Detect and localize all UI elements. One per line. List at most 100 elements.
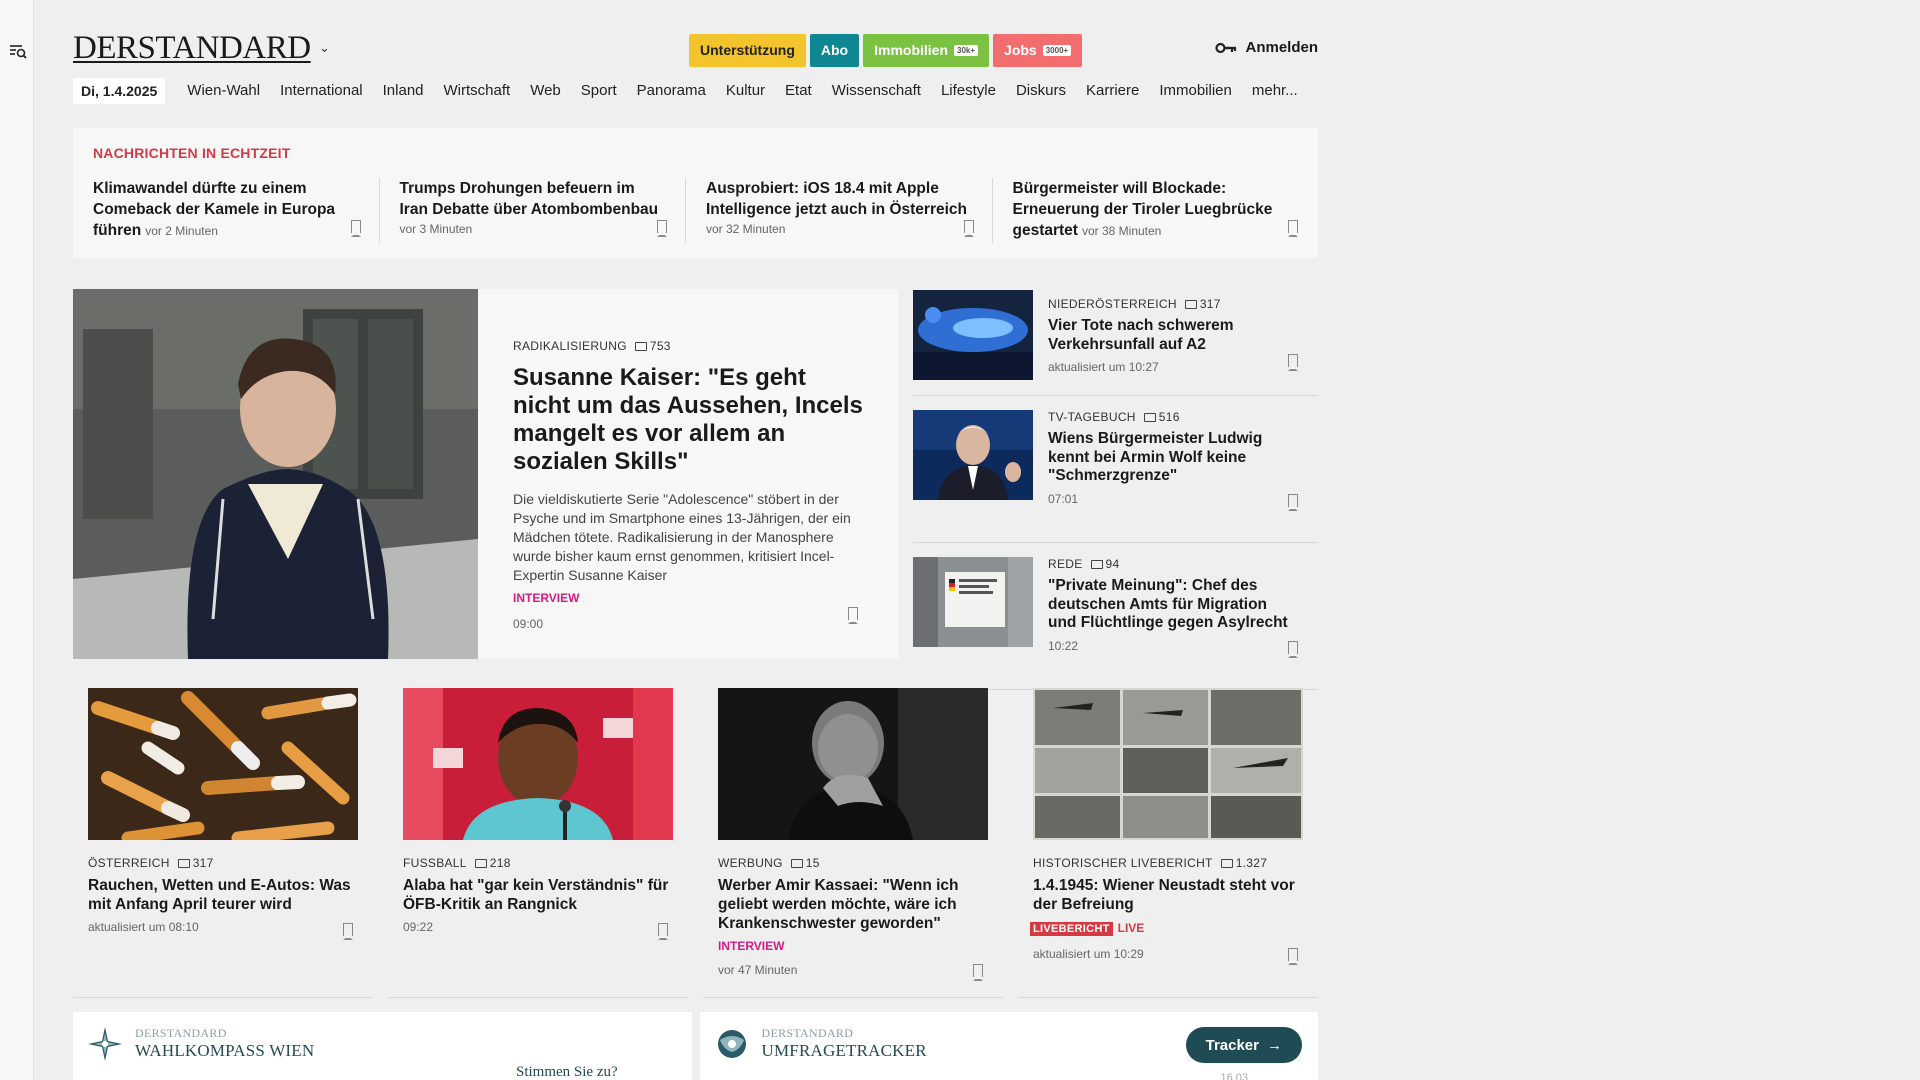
nav-item-sport[interactable]: Sport xyxy=(571,77,627,104)
nav-item-lifestyle[interactable]: Lifestyle xyxy=(931,77,1006,104)
main-story-image[interactable] xyxy=(73,289,478,659)
story-card-image[interactable] xyxy=(88,688,358,840)
bookmark-icon[interactable] xyxy=(1288,354,1298,371)
abo-label: Abo xyxy=(820,42,849,58)
tracker-button[interactable]: Tracker → xyxy=(1185,1027,1302,1063)
jobs-button[interactable]: Jobs 3000+ xyxy=(993,34,1083,67)
story-card-title[interactable]: 1.4.1945: Wiener Neustadt steht vor der … xyxy=(1033,876,1303,914)
ticker-item[interactable]: Klimawandel dürfte zu einem Comeback der… xyxy=(93,178,380,243)
login-button[interactable]: Anmelden xyxy=(1215,39,1318,56)
story-card-image[interactable] xyxy=(403,688,673,840)
comment-count[interactable]: 516 xyxy=(1143,410,1180,424)
bookmark-icon[interactable] xyxy=(350,220,361,237)
story-card-kicker: FUSSBALL xyxy=(403,856,467,870)
bookmark-icon[interactable] xyxy=(848,607,858,624)
story-card-kicker: WERBUNG xyxy=(718,856,783,870)
ticker-item[interactable]: Ausprobiert: iOS 18.4 mit Apple Intellig… xyxy=(706,178,993,243)
bookmark-icon[interactable] xyxy=(1288,220,1298,237)
side-story-time: 07:01 xyxy=(1048,491,1079,506)
immobilien-button[interactable]: Immobilien 30k+ xyxy=(863,34,990,67)
nav-item-wien-wahl[interactable]: Wien-Wahl xyxy=(177,77,270,104)
immobilien-count-badge: 30k+ xyxy=(954,45,979,56)
login-label: Anmelden xyxy=(1245,39,1318,56)
nav-item-kultur[interactable]: Kultur xyxy=(716,77,775,104)
bookmark-icon[interactable] xyxy=(973,964,983,981)
nav-item-web[interactable]: Web xyxy=(520,77,571,104)
comment-count[interactable]: 317 xyxy=(177,856,214,870)
widget-brand: DERSTANDARD xyxy=(135,1026,227,1040)
side-story[interactable]: NIEDERÖSTERREICH 317 Vier Tote nach schwe… xyxy=(913,290,1318,396)
story-card-title[interactable]: Alaba hat "gar kein Verständnis" für ÖFB… xyxy=(403,876,673,914)
side-story-image[interactable] xyxy=(913,557,1033,647)
comment-count[interactable]: 15 xyxy=(790,856,820,870)
nav-item-wissenschaft[interactable]: Wissenschaft xyxy=(822,77,931,104)
bookmark-icon[interactable] xyxy=(1288,494,1298,511)
nav-item-wirtschaft[interactable]: Wirtschaft xyxy=(434,77,521,104)
bookmark-icon[interactable] xyxy=(343,923,353,940)
support-button[interactable]: Unterstützung xyxy=(689,34,806,67)
main-story[interactable]: RADIKALISIERUNG 753 Susanne Kaiser: "Es g… xyxy=(73,289,898,659)
comment-count[interactable]: 1.327 xyxy=(1220,856,1268,870)
side-story-kicker: NIEDERÖSTERREICH xyxy=(1048,297,1177,311)
side-story-title[interactable]: Vier Tote nach schwerem Verkehrsunfall a… xyxy=(1048,317,1288,354)
story-card-image[interactable] xyxy=(718,688,988,840)
side-story-kicker: TV-TAGEBUCH xyxy=(1048,410,1136,424)
bookmark-icon[interactable] xyxy=(1288,948,1298,965)
wahlkompass-widget[interactable]: DERSTANDARD WAHLKOMPASS WIEN Stimmen Sie… xyxy=(73,1012,692,1080)
bookmark-icon[interactable] xyxy=(963,220,974,237)
nav-item-more[interactable]: mehr... xyxy=(1242,77,1308,104)
comment-icon xyxy=(790,858,803,868)
story-card[interactable]: FUSSBALL 218 Alaba hat "gar kein Verständ… xyxy=(388,688,688,998)
comment-count-value: 15 xyxy=(805,856,820,870)
story-card[interactable]: ÖSTERREICH 317 Rauchen, Wetten und E-Auto… xyxy=(73,688,373,998)
comment-count[interactable]: 753 xyxy=(634,339,671,353)
nav-item-etat[interactable]: Etat xyxy=(775,77,822,104)
interview-tag: INTERVIEW xyxy=(513,591,580,605)
bookmark-icon[interactable] xyxy=(657,220,667,237)
ticker-headline[interactable]: Trumps Drohungen befeuern im Iran Debatt… xyxy=(400,180,659,218)
comment-icon xyxy=(474,858,487,868)
side-story-kicker: REDE xyxy=(1048,557,1083,571)
side-story-title[interactable]: Wiens Bürgermeister Ludwig kennt bei Arm… xyxy=(1048,430,1288,486)
comment-count[interactable]: 94 xyxy=(1090,557,1120,571)
main-story-title[interactable]: Susanne Kaiser: "Es geht nicht um das Au… xyxy=(513,364,868,476)
comment-count-value: 317 xyxy=(192,856,214,870)
comment-count[interactable]: 218 xyxy=(474,856,511,870)
bottom-widgets: DERSTANDARD WAHLKOMPASS WIEN Stimmen Sie… xyxy=(73,1012,1318,1080)
abo-button[interactable]: Abo xyxy=(809,34,860,67)
side-story-title[interactable]: "Private Meinung": Chef des deutschen Am… xyxy=(1048,577,1288,633)
side-story[interactable]: REDE 94 "Private Meinung": Chef des deuts… xyxy=(913,557,1318,690)
side-story-image[interactable] xyxy=(913,290,1033,380)
ticker-item[interactable]: Trumps Drohungen befeuern im Iran Debatt… xyxy=(400,178,686,243)
chevron-down-icon[interactable]: ⌄ xyxy=(319,40,330,56)
nav-item-karriere[interactable]: Karriere xyxy=(1076,77,1149,104)
nav-item-inland[interactable]: Inland xyxy=(373,77,434,104)
bookmark-icon[interactable] xyxy=(1288,641,1298,658)
story-card-image[interactable] xyxy=(1033,688,1303,840)
ticker-headline[interactable]: Ausprobiert: iOS 18.4 mit Apple Intellig… xyxy=(706,180,967,218)
nav-item-diskurs[interactable]: Diskurs xyxy=(1006,77,1076,104)
site-logo[interactable]: DERSTANDARD xyxy=(73,30,311,66)
comment-icon xyxy=(634,341,647,351)
nav-item-immobilien[interactable]: Immobilien xyxy=(1149,77,1242,104)
side-story[interactable]: TV-TAGEBUCH 516 Wiens Bürgermeister Ludwi… xyxy=(913,410,1318,543)
comment-icon xyxy=(1143,412,1156,422)
nav-item-panorama[interactable]: Panorama xyxy=(627,77,716,104)
umfragetracker-widget[interactable]: DERSTANDARD UMFRAGETRACKER Tracker → 16.… xyxy=(699,1012,1318,1080)
widget-title: WAHLKOMPASS WIEN xyxy=(135,1041,315,1060)
story-card-title[interactable]: Rauchen, Wetten und E-Autos: Was mit Anf… xyxy=(88,876,358,914)
nav-item-international[interactable]: International xyxy=(270,77,373,104)
bookmark-icon[interactable] xyxy=(658,923,668,940)
tracker-button-label: Tracker xyxy=(1205,1036,1259,1054)
story-card[interactable]: HISTORISCHER LIVEBERICHT 1.327 1.4.1945: … xyxy=(1018,688,1318,998)
comment-count[interactable]: 317 xyxy=(1184,297,1221,311)
story-card[interactable]: WERBUNG 15 Werber Amir Kassaei: "Wenn ich… xyxy=(703,688,1003,998)
ticker-item[interactable]: Bürgermeister will Blockade: Erneuerung … xyxy=(1013,178,1298,243)
wahlkompass-question[interactable]: Stimmen Sie zu? xyxy=(516,1064,618,1080)
menu-search-icon[interactable] xyxy=(8,42,28,62)
story-card-time: aktualisiert um 08:10 xyxy=(88,920,199,934)
immobilien-label: Immobilien xyxy=(874,42,949,58)
side-story-image[interactable] xyxy=(913,410,1033,500)
support-label: Unterstützung xyxy=(700,42,795,58)
story-card-title[interactable]: Werber Amir Kassaei: "Wenn ich geliebt w… xyxy=(718,876,988,933)
